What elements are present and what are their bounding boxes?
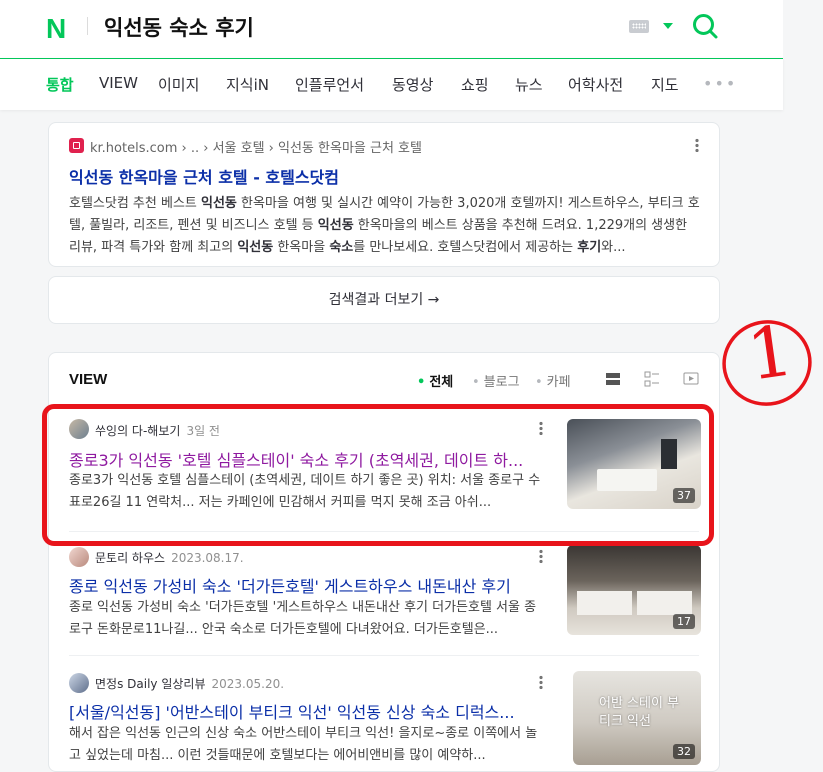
result-title[interactable]: 익선동 한옥마을 근처 호텔 - 호텔스닷컴 [69,164,339,188]
photo-count-badge: 17 [673,614,695,629]
tab-influencer[interactable]: 인플루언서 [295,74,364,95]
search-query[interactable]: 익선동 숙소 후기 [104,12,254,42]
list-view-icon[interactable] [605,371,621,387]
tab-view[interactable]: VIEW [99,74,138,92]
post-date: 2023.08.17. [171,551,244,565]
caret-down-icon[interactable] [663,23,673,29]
bed-shape [637,591,692,615]
description-text: 를 만나보세요. 호텔스닷컴에서 제공하는 [353,240,578,255]
description-text: 호텔스닷컴 추천 베스트 [69,196,201,211]
tab-dictionary[interactable]: 어학사전 [568,74,623,95]
naver-logo[interactable]: N [46,13,66,45]
highlight-keyword: 익선동 [201,196,237,211]
tab-all[interactable]: 통합 [46,74,74,95]
highlight-keyword: 익선동 [237,240,274,255]
avatar[interactable] [69,547,89,567]
author-name[interactable]: 문토리 하우스 [95,551,165,565]
video-view-icon[interactable] [683,371,699,387]
filter-blog[interactable]: 블로그 [472,371,520,390]
highlight-keyword: 숙소 [329,240,354,255]
item-divider [69,655,699,656]
view-section-title: VIEW [69,371,108,388]
author-line[interactable]: 면정s Daily 일상리뷰 2023.05.20. [95,675,284,692]
hotels-favicon-icon [69,138,84,153]
tab-images[interactable]: 이미지 [158,74,199,95]
tab-video[interactable]: 동영상 [392,74,433,95]
top-bar: N 익선동 숙소 후기 [0,0,783,58]
photo-count-badge: 32 [673,744,695,759]
bed-shape [577,591,632,615]
tab-shopping[interactable]: 쇼핑 [461,74,489,95]
keyboard-icon[interactable] [629,20,649,33]
post-description[interactable]: 해서 잡은 익선동 인근의 신상 숙소 어반스테이 부티크 익선! 을지로~종로… [69,723,543,767]
tab-kin[interactable]: 지식iN [226,74,269,95]
post-thumbnail[interactable]: 17 [567,545,701,635]
author-name[interactable]: 면정s Daily 일상리뷰 [95,677,206,691]
description-text: 한옥마을 [273,240,330,255]
annotation-box [42,404,714,546]
web-result-card: kr.hotels.com › .. › 서울 호텔 › 익선동 한옥마을 근처… [48,122,720,267]
post-date: 2023.05.20. [211,677,285,691]
highlight-keyword: 후기 [577,240,602,255]
post-title[interactable]: [서울/익선동] '어반스테이 부티크 익선' 익선동 신상 숙소 디럭스... [69,699,543,723]
avatar[interactable] [69,673,89,693]
tab-news[interactable]: 뉴스 [515,74,543,95]
more-options-icon[interactable] [539,549,543,563]
grid-view-icon[interactable] [644,371,660,387]
header-divider [87,17,88,35]
post-description[interactable]: 종로 익선동 가성비 숙소 '더가든호텔 '게스트하우스 내돈내산 후기 더가든… [69,597,543,641]
author-line[interactable]: 문토리 하우스 2023.08.17. [95,549,244,566]
more-options-icon[interactable] [539,675,543,689]
more-results-button[interactable]: 검색결과 더보기 → [48,276,720,324]
result-description: 호텔스닷컴 추천 베스트 익선동 한옥마을 여행 및 실시간 예약이 가능한 3… [69,193,703,259]
more-options-icon[interactable] [695,138,699,152]
description-text: 와... [601,240,626,255]
post-title[interactable]: 종로 익선동 가성비 숙소 '더가든호텔' 게스트하우스 내돈내산 후기 [69,573,543,597]
search-icon[interactable] [691,12,719,40]
filter-cafe[interactable]: 카페 [535,371,571,390]
highlight-keyword: 익선동 [317,218,354,233]
more-tabs-icon[interactable]: ••• [703,74,737,93]
result-breadcrumb[interactable]: kr.hotels.com › .. › 서울 호텔 › 익선동 한옥마을 근처… [90,137,422,156]
search-tabs: 통합 VIEW 이미지 지식iN 인플루언서 동영상 쇼핑 뉴스 어학사전 지도… [0,58,783,110]
post-thumbnail[interactable]: 어반 스테이 부티크 익선 32 [573,671,701,765]
thumbnail-caption: 어반 스테이 부티크 익선 [599,696,680,729]
filter-all[interactable]: 전체 [417,371,453,390]
tab-map[interactable]: 지도 [651,74,679,95]
